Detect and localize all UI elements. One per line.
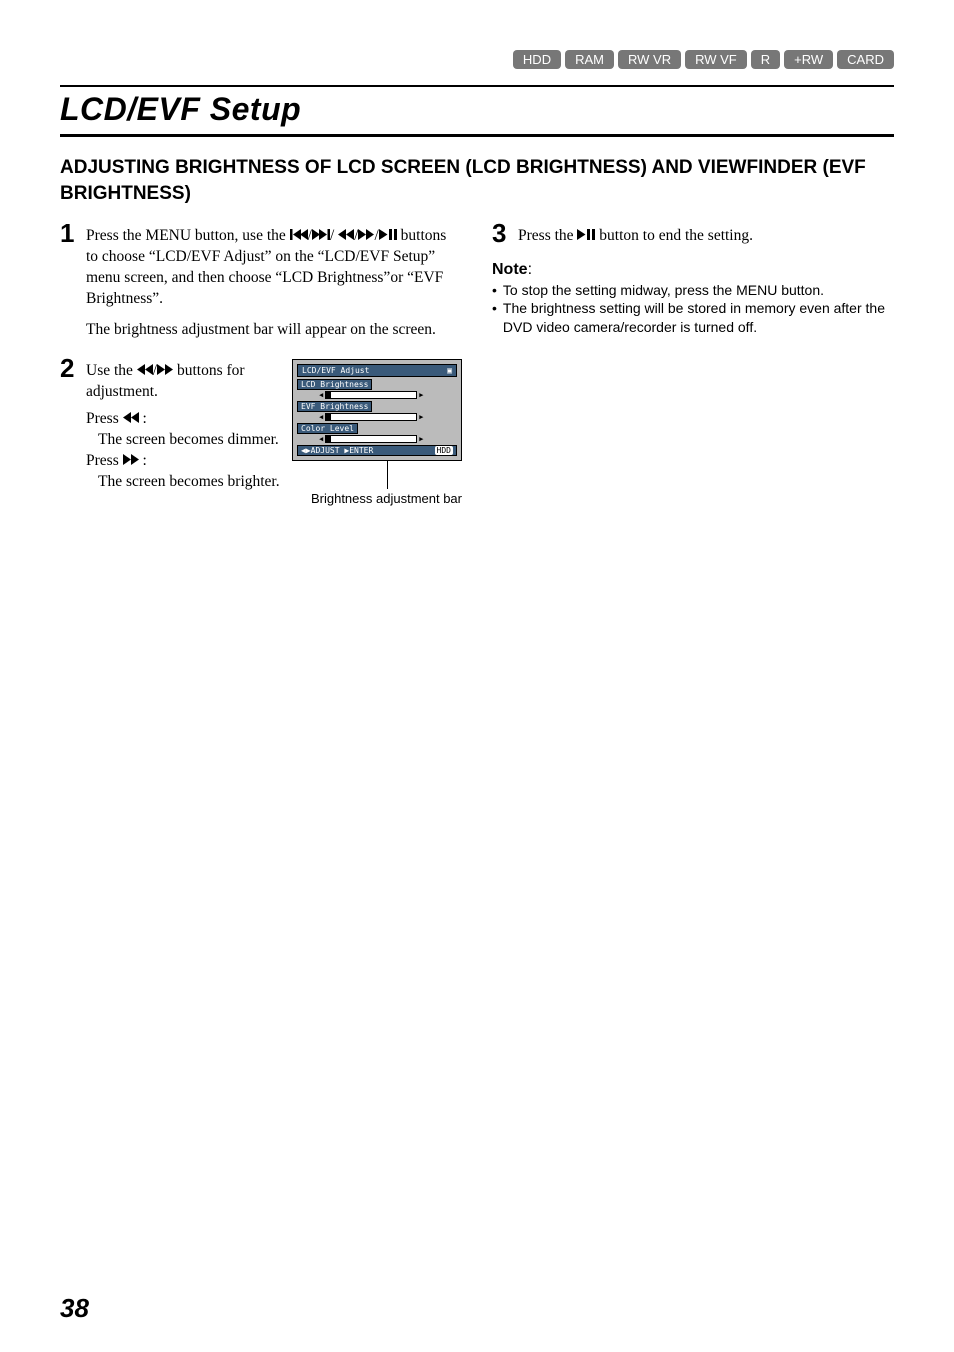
step-3: 3 Press the button to end the setting. <box>492 220 894 247</box>
note-bullet-2: The brightness setting will be stored in… <box>503 299 894 335</box>
step-2-press2-a: Press <box>86 452 123 469</box>
badge-hdd: HDD <box>513 50 561 69</box>
step-1-text-a: Press the MENU button, use the <box>86 227 290 244</box>
diagram-foot-adjust: ADJUST <box>311 446 340 455</box>
note-list: To stop the setting midway, press the ME… <box>492 281 894 336</box>
camera-icon: ▣ <box>447 366 452 375</box>
lcd-evf-diagram: LCD/EVF Adjust ▣ LCD Brightness ◀▶ EVF B… <box>292 359 462 507</box>
note-bullet-1: To stop the setting midway, press the ME… <box>503 281 824 299</box>
step-2-press1-a: Press <box>86 410 123 427</box>
prev-track-icon <box>290 226 308 247</box>
rule-thick <box>60 134 894 137</box>
play-pause-icon <box>577 226 595 247</box>
rule-thin <box>60 85 894 87</box>
play-pause-icon <box>379 226 397 247</box>
step-2-press1-b: : <box>139 410 147 427</box>
badge-plusrw: +RW <box>784 50 833 69</box>
badge-ram: RAM <box>565 50 614 69</box>
badge-rwvr: RW VR <box>618 50 681 69</box>
step-3-text-a: Press the <box>518 227 577 244</box>
step-2-number: 2 <box>60 355 78 507</box>
step-1-subtext: The brightness adjustment bar will appea… <box>86 320 462 341</box>
diagram-foot-enter: ENTER <box>349 446 373 455</box>
step-2-press1-sub: The screen becomes dimmer. <box>86 430 280 451</box>
fast-forward-icon <box>157 361 173 382</box>
step-2-press2-b: : <box>139 452 147 469</box>
diagram-foot-hdd: HDD <box>435 446 453 455</box>
rewind-icon <box>123 409 139 430</box>
diagram-row2: EVF Brightness <box>297 401 372 412</box>
rewind-icon <box>137 361 153 382</box>
step-3-number: 3 <box>492 220 510 247</box>
diagram-caption: Brightness adjustment bar <box>292 491 462 507</box>
step-2-press2-sub: The screen becomes brighter. <box>86 472 280 493</box>
note-heading: Note: <box>492 261 894 279</box>
section-subtitle: ADJUSTING BRIGHTNESS OF LCD SCREEN (LCD … <box>60 155 894 206</box>
next-track-icon <box>312 226 330 247</box>
step-2: 2 Use the / buttons for adjustment. Pres… <box>60 355 462 507</box>
badge-card: CARD <box>837 50 894 69</box>
media-badges: HDD RAM RW VR RW VF R +RW CARD <box>60 50 894 69</box>
page-number: 38 <box>60 1293 89 1324</box>
step-1: 1 Press the MENU button, use the // // b… <box>60 220 462 341</box>
diagram-head: LCD/EVF Adjust <box>302 366 369 375</box>
fast-forward-icon <box>123 451 139 472</box>
badge-rwvf: RW VF <box>685 50 747 69</box>
step-2-text-a: Use the <box>86 362 137 379</box>
step-1-number: 1 <box>60 220 78 341</box>
diagram-row3: Color Level <box>297 423 358 434</box>
step-3-text-b: button to end the setting. <box>595 227 753 244</box>
rewind-icon <box>338 226 354 247</box>
page-title: LCD/EVF Setup <box>60 91 894 128</box>
fast-forward-icon <box>358 226 374 247</box>
diagram-row1: LCD Brightness <box>297 379 372 390</box>
badge-r: R <box>751 50 780 69</box>
